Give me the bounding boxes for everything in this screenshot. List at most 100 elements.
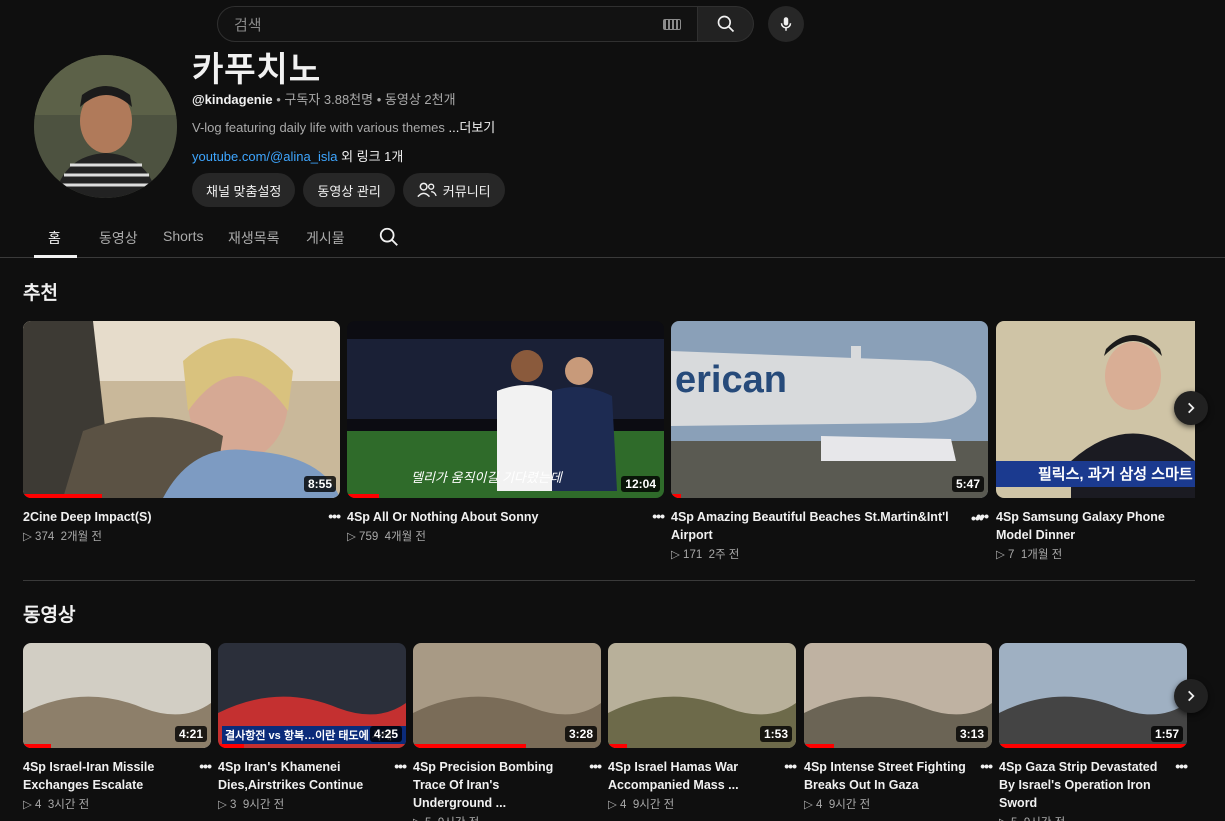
tab-shorts[interactable]: Shorts [163, 228, 203, 244]
carousel-next-button[interactable] [1174, 679, 1208, 713]
play-icon: ▷ [996, 549, 1009, 561]
more-vert-icon[interactable]: ••• [1175, 758, 1188, 774]
more-vert-icon[interactable]: ••• [394, 758, 407, 774]
search-button[interactable] [698, 6, 754, 42]
video-meta: ▷ 7 1개월 전 [996, 546, 1195, 562]
customize-channel-button[interactable]: 채널 맞춤설정 [192, 173, 296, 207]
view-count: 4 [620, 799, 627, 811]
video-count: 동영상 2천개 [384, 92, 456, 107]
carousel-next-button[interactable] [1174, 391, 1208, 425]
video-duration: 8:55 [303, 476, 336, 492]
video-card[interactable]: 3:28 4Sp Precision Bombing Trace Of Iran'… [413, 643, 602, 821]
people-icon [417, 182, 437, 198]
play-icon: ▷ [804, 799, 817, 811]
section-title-videos: 동영상 [23, 605, 76, 626]
video-thumbnail[interactable]: 필릭스, 과거 삼성 스마트 [996, 321, 1195, 498]
more-vert-icon[interactable]: ••• [328, 508, 341, 524]
video-title[interactable]: 4Sp All Or Nothing About Sonny [347, 508, 664, 526]
upload-age: 9시간 전 [828, 799, 871, 811]
view-count: 4 [816, 799, 823, 811]
community-button[interactable]: 커뮤니티 [402, 173, 505, 207]
view-count: 7 [1008, 549, 1015, 561]
video-duration: 12:04 [621, 476, 660, 492]
video-card[interactable]: 결사항전 vs 항복…이란 태도에 사태 4:25 4Sp Iran's Khame… [218, 643, 407, 812]
channel-tabs: 홈 동영상 Shorts 재생목록 게시물 [0, 220, 1225, 258]
tab-posts[interactable]: 게시물 [306, 228, 345, 248]
chevron-right-icon [1188, 690, 1195, 702]
more-links[interactable]: 외 링크 1개 [341, 149, 403, 164]
upload-age: 9시간 전 [632, 799, 675, 811]
more-link[interactable]: ...더보기 [449, 120, 496, 135]
video-card[interactable]: 1:57 4Sp Gaza Strip Devastated By Israel'… [999, 643, 1188, 821]
tab-search[interactable] [378, 226, 400, 251]
more-vert-icon[interactable]: ••• [971, 510, 984, 526]
video-duration: 4:21 [174, 726, 207, 742]
upload-age: 2주 전 [708, 549, 740, 561]
channel-avatar[interactable] [34, 55, 177, 198]
description-text: V-log featuring daily life with various … [192, 120, 445, 135]
video-title[interactable]: 4Sp Israel-Iran Missile Exchanges Escala… [23, 758, 211, 794]
search-input[interactable]: 검색 [217, 6, 698, 42]
play-icon: ▷ [218, 799, 231, 811]
video-thumbnail[interactable]: 델리가 움직이길 기다렸는데 12:04 [347, 321, 664, 498]
video-card[interactable]: 4:21 4Sp Israel-Iran Missile Exchanges Es… [23, 643, 212, 812]
video-title[interactable]: 4Sp Precision Bombing Trace Of Iran's Un… [413, 758, 601, 812]
video-title[interactable]: 4Sp Gaza Strip Devastated By Israel's Op… [999, 758, 1187, 812]
upload-age: 4개월 전 [384, 531, 426, 543]
more-vert-icon[interactable]: ••• [589, 758, 602, 774]
video-thumbnail[interactable]: 4:21 [23, 643, 211, 748]
more-vert-icon[interactable]: ••• [784, 758, 797, 774]
video-card[interactable]: erican 5:47 4Sp Amazing Beautiful Beache… [671, 321, 989, 562]
watch-progress [804, 744, 835, 748]
video-card[interactable]: 8:55 2Cine Deep Impact(S) ••• ▷ 374 2개월 … [23, 321, 341, 544]
keyboard-icon[interactable] [663, 18, 681, 30]
video-duration: 1:53 [759, 726, 792, 742]
channel-description[interactable]: V-log featuring daily life with various … [192, 117, 495, 136]
video-duration: 3:28 [564, 726, 597, 742]
video-card[interactable]: 델리가 움직이길 기다렸는데 12:04 4Sp All Or Nothing … [347, 321, 665, 544]
video-thumbnail[interactable]: 3:28 [413, 643, 601, 748]
search-bar: 검색 [217, 6, 754, 42]
video-meta: ▷ 4 3시간 전 [23, 796, 211, 812]
video-thumbnail[interactable]: 8:55 [23, 321, 340, 498]
watch-progress [608, 744, 627, 748]
watch-progress [671, 494, 681, 498]
view-count: 171 [683, 549, 703, 561]
more-vert-icon[interactable]: ••• [980, 758, 993, 774]
video-thumbnail[interactable]: erican 5:47 [671, 321, 988, 498]
video-title[interactable]: 4Sp Amazing Beautiful Beaches St.Martin&… [671, 508, 988, 544]
video-card[interactable]: 1:53 4Sp Israel Hamas War Accompanied Mas… [608, 643, 797, 812]
thumbnail-caption: erican [675, 359, 787, 401]
video-thumbnail[interactable]: 결사항전 vs 항복…이란 태도에 사태 4:25 [218, 643, 406, 748]
channel-handle: @kindagenie [192, 92, 273, 107]
video-title[interactable]: 4Sp Israel Hamas War Accompanied Mass ..… [608, 758, 796, 794]
video-meta: ▷ 4 9시간 전 [804, 796, 992, 812]
view-count: 374 [35, 531, 55, 543]
watch-progress [218, 744, 245, 748]
video-title[interactable]: 4Sp Iran's Khamenei Dies,Airstrikes Cont… [218, 758, 406, 794]
video-thumbnail[interactable]: 1:53 [608, 643, 796, 748]
channel-meta: @kindagenie • 구독자 3.88천명 • 동영상 2천개 [192, 92, 456, 107]
tab-videos[interactable]: 동영상 [99, 228, 138, 248]
community-label: 커뮤니티 [442, 183, 491, 199]
upload-age: 9시간 전 [438, 817, 479, 821]
video-card[interactable]: 필릭스, 과거 삼성 스마트 4Sp Samsung Galaxy Phone … [996, 321, 1195, 562]
more-vert-icon[interactable]: ••• [652, 508, 665, 524]
video-title[interactable]: 4Sp Samsung Galaxy Phone Model Dinner [996, 508, 1195, 544]
tab-home[interactable]: 홈 [48, 228, 61, 248]
chevron-right-icon [1188, 402, 1195, 414]
video-meta: ▷ 759 4개월 전 [347, 528, 664, 544]
thumbnail-caption: 필릭스, 과거 삼성 스마트 [1038, 466, 1193, 483]
channel-link[interactable]: youtube.com/@alina_isla [192, 149, 337, 164]
watch-progress [23, 744, 52, 748]
tab-playlists[interactable]: 재생목록 [228, 228, 280, 248]
video-title[interactable]: 4Sp Intense Street Fighting Breaks Out I… [804, 758, 992, 794]
manage-videos-button[interactable]: 동영상 관리 [303, 173, 395, 207]
video-card[interactable]: 3:13 4Sp Intense Street Fighting Breaks O… [804, 643, 993, 812]
video-title[interactable]: 2Cine Deep Impact(S) [23, 508, 340, 526]
more-vert-icon[interactable]: ••• [199, 758, 212, 774]
video-thumbnail[interactable]: 1:57 [999, 643, 1187, 748]
voice-search-button[interactable] [768, 6, 804, 42]
video-thumbnail[interactable]: 3:13 [804, 643, 992, 748]
upload-age: 2개월 전 [60, 531, 102, 543]
